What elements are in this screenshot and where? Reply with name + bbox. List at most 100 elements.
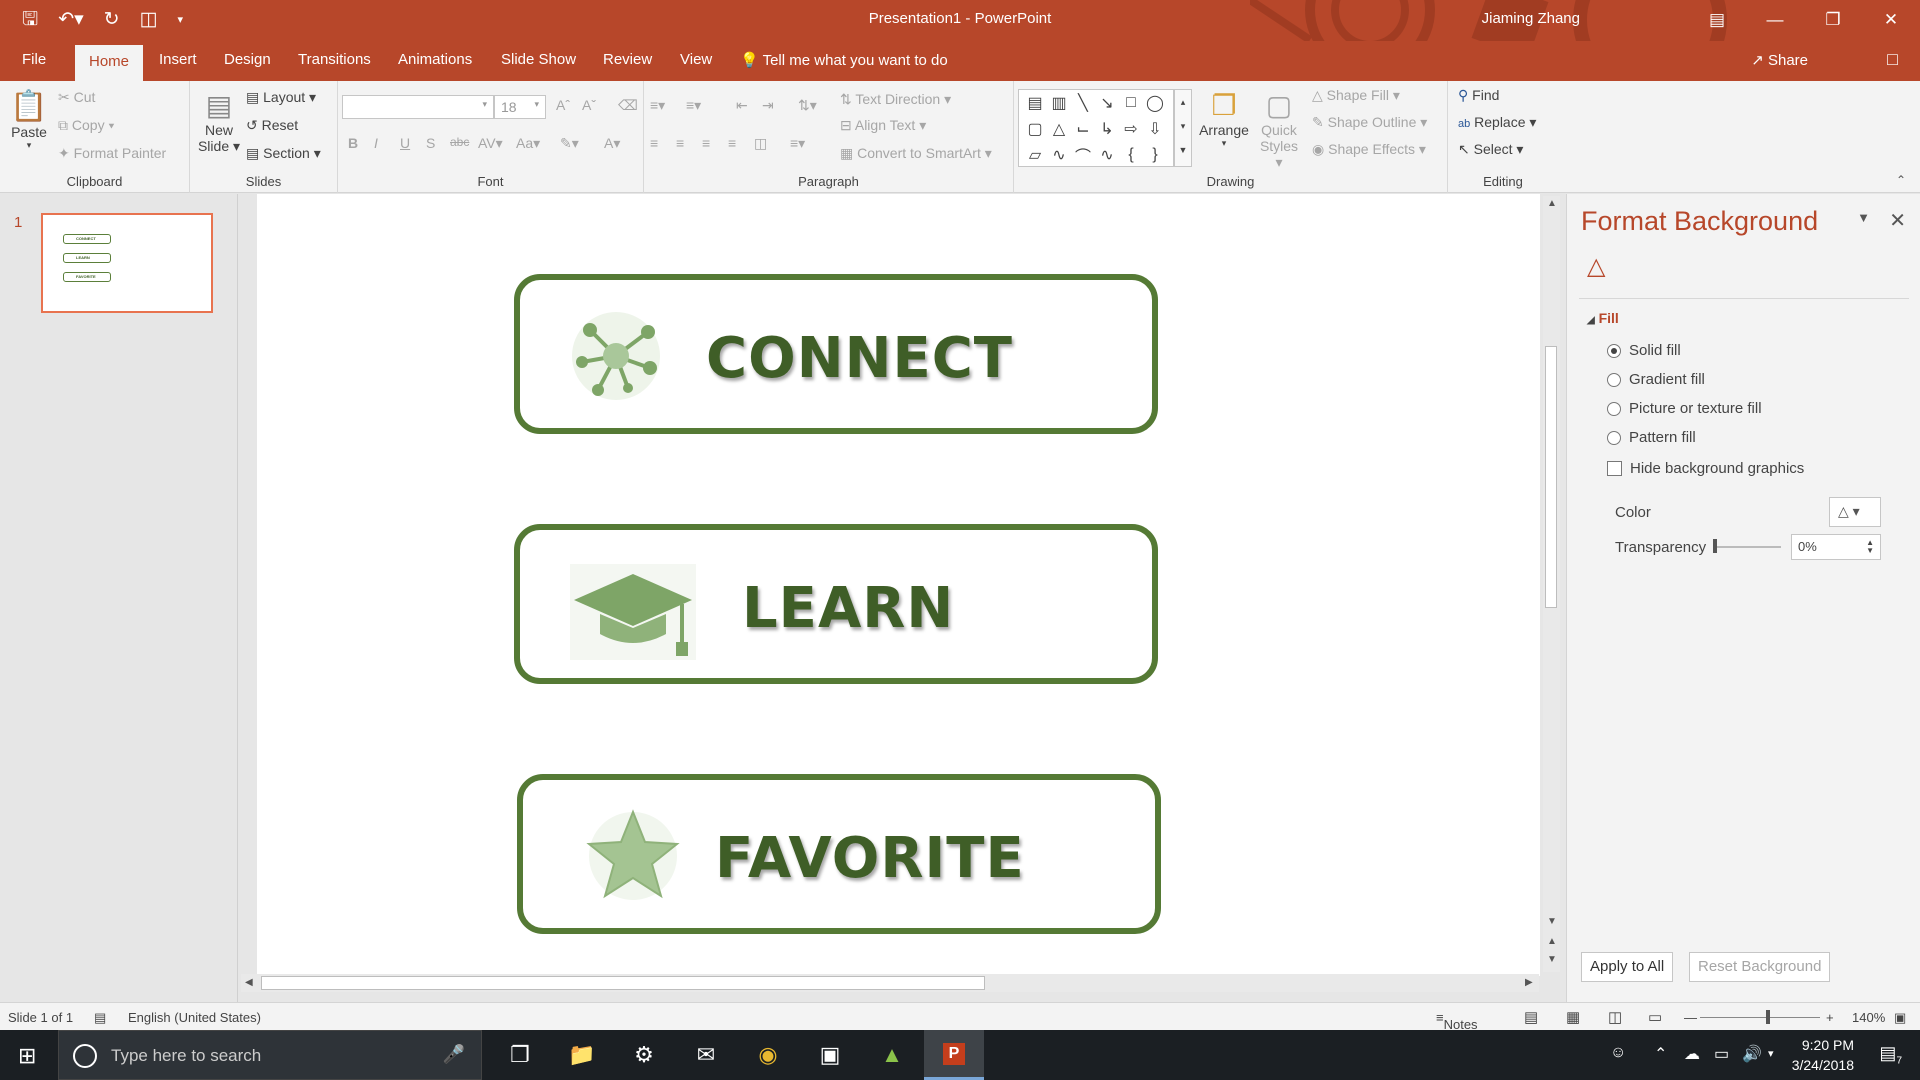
- battery-icon[interactable]: ▭: [1714, 1044, 1729, 1064]
- tab-view[interactable]: View: [680, 51, 712, 68]
- transparency-input[interactable]: 0% ▲ ▼: [1791, 534, 1881, 560]
- onedrive-icon[interactable]: ☁: [1684, 1044, 1700, 1064]
- align-right-icon[interactable]: ≡: [702, 135, 710, 151]
- cut-button[interactable]: ✂ Cut: [58, 89, 95, 106]
- font-size-box[interactable]: 18 ▾: [494, 95, 546, 119]
- comments-icon[interactable]: □: [1887, 49, 1898, 70]
- quick-styles-button[interactable]: ▢ Quick Styles ▾: [1256, 89, 1302, 171]
- powerpoint-taskbar-icon[interactable]: P: [924, 1030, 984, 1080]
- textbox-shape-icon[interactable]: ▤: [1023, 90, 1047, 116]
- increase-indent-icon[interactable]: ⇥: [762, 97, 774, 114]
- freeform-shape-icon[interactable]: ▱: [1023, 142, 1047, 168]
- scroll-right-icon[interactable]: ▶: [1525, 977, 1533, 988]
- right-arrow-shape-icon[interactable]: ⇨: [1119, 116, 1143, 142]
- previous-slide-icon[interactable]: ▲: [1547, 936, 1557, 947]
- transparency-slider-thumb[interactable]: [1713, 539, 1717, 553]
- justify-icon[interactable]: ≡: [728, 135, 736, 151]
- task-view-icon[interactable]: ❐: [490, 1030, 550, 1080]
- normal-view-icon[interactable]: ▤: [1524, 1008, 1538, 1026]
- tab-design[interactable]: Design: [224, 51, 271, 68]
- spell-check-icon[interactable]: ▤: [94, 1010, 106, 1026]
- language-indicator[interactable]: English (United States): [128, 1010, 261, 1025]
- text-direction-button[interactable]: ⇅ Text Direction ▾: [840, 91, 951, 108]
- find-button[interactable]: ⚲ Find: [1458, 87, 1499, 104]
- next-slide-icon[interactable]: ▼: [1547, 954, 1557, 965]
- change-case-icon[interactable]: Aa▾: [516, 135, 540, 152]
- select-button[interactable]: ↖ Select ▾: [1458, 141, 1523, 158]
- settings-app-icon[interactable]: ⚙: [614, 1030, 674, 1080]
- tab-slide-show[interactable]: Slide Show: [501, 51, 576, 68]
- notes-button[interactable]: ≡ Notes: [1436, 1010, 1478, 1032]
- fill-tab-icon[interactable]: △: [1587, 252, 1605, 281]
- slide-thumbnail[interactable]: CONNECT LEARN FAVORITE: [41, 213, 213, 313]
- bold-icon[interactable]: B: [348, 135, 358, 151]
- connect-card[interactable]: CONNECT: [514, 274, 1158, 434]
- bullets-icon[interactable]: ≡▾: [650, 97, 665, 114]
- volume-icon[interactable]: 🔊: [1742, 1044, 1762, 1064]
- zoom-slider-track[interactable]: [1700, 1017, 1820, 1018]
- shapes-gallery[interactable]: ▤ ▥ ╲ ↘ □ ◯ ▢ △ ⌙ ↳ ⇨ ⇩ ▱ ∿ ⌒ ∿ { }: [1018, 89, 1174, 167]
- gradient-fill-radio[interactable]: [1607, 372, 1621, 387]
- copy-button[interactable]: ⧉ Copy ▾: [58, 117, 114, 134]
- shape-fill-button[interactable]: △ Shape Fill ▾: [1312, 87, 1400, 104]
- vertical-textbox-shape-icon[interactable]: ▥: [1047, 90, 1071, 116]
- right-brace-shape-icon[interactable]: }: [1143, 142, 1167, 168]
- favorite-card[interactable]: FAVORITE: [517, 774, 1161, 934]
- reset-background-button[interactable]: Reset Background: [1689, 952, 1831, 982]
- text-shadow-icon[interactable]: S: [426, 135, 435, 151]
- down-arrow-shape-icon[interactable]: ⇩: [1143, 116, 1167, 142]
- picture-fill-option[interactable]: Picture or texture fill: [1607, 400, 1762, 417]
- sticky-notes-icon[interactable]: ▣: [800, 1030, 860, 1080]
- picture-fill-radio[interactable]: [1607, 401, 1621, 416]
- pattern-fill-option[interactable]: Pattern fill: [1607, 429, 1696, 446]
- mail-app-icon[interactable]: ✉: [676, 1030, 736, 1080]
- transparency-slider-track[interactable]: [1713, 546, 1781, 548]
- character-spacing-icon[interactable]: AV▾: [478, 135, 503, 152]
- zoom-in-icon[interactable]: +: [1826, 1010, 1834, 1025]
- more-tray-icon[interactable]: ▾: [1768, 1047, 1774, 1060]
- slide-sorter-icon[interactable]: ▦: [1566, 1008, 1580, 1026]
- zoom-out-icon[interactable]: —: [1684, 1010, 1697, 1025]
- hide-graphics-option[interactable]: Hide background graphics: [1607, 460, 1804, 477]
- close-icon[interactable]: ✕: [1862, 0, 1920, 40]
- tab-file[interactable]: File: [22, 51, 46, 68]
- pane-options-icon[interactable]: ▼: [1857, 210, 1870, 225]
- align-center-icon[interactable]: ≡: [676, 135, 684, 151]
- shrink-font-icon[interactable]: Aˇ: [582, 97, 596, 113]
- zoom-level[interactable]: 140%: [1852, 1010, 1885, 1025]
- arrange-button[interactable]: ❐ Arrange ▾: [1196, 89, 1252, 149]
- collapse-ribbon-icon[interactable]: ⌃: [1896, 173, 1906, 187]
- oval-shape-icon[interactable]: ◯: [1143, 90, 1167, 116]
- vertical-scrollbar[interactable]: ▲ ▼ ▲ ▼: [1543, 196, 1560, 972]
- system-clock[interactable]: 9:20 PM 3/24/2018: [1792, 1035, 1854, 1075]
- reset-button[interactable]: ↺ Reset: [246, 117, 298, 134]
- tab-review[interactable]: Review: [603, 51, 652, 68]
- rectangle-shape-icon[interactable]: □: [1119, 90, 1143, 116]
- fill-section-header[interactable]: ◢ Fill: [1587, 310, 1619, 326]
- share-button[interactable]: ↗ Share: [1751, 51, 1808, 69]
- tab-animations[interactable]: Animations: [398, 51, 472, 68]
- font-color-icon[interactable]: A▾: [604, 135, 620, 152]
- horizontal-scrollbar[interactable]: ◀ ▶: [241, 974, 1539, 992]
- curve-shape-icon[interactable]: ∿: [1095, 142, 1119, 168]
- pattern-fill-radio[interactable]: [1607, 430, 1621, 445]
- file-explorer-icon[interactable]: 📁: [552, 1030, 612, 1080]
- horizontal-scroll-thumb[interactable]: [261, 976, 985, 990]
- user-name[interactable]: Jiaming Zhang: [1482, 10, 1580, 27]
- replace-button[interactable]: ab Replace ▾: [1458, 114, 1536, 131]
- paragraph-align-icon[interactable]: ≡▾: [790, 135, 805, 152]
- vertical-scroll-thumb[interactable]: [1545, 346, 1557, 608]
- solid-fill-radio[interactable]: [1607, 343, 1621, 358]
- tab-insert[interactable]: Insert: [159, 51, 197, 68]
- restore-icon[interactable]: ❐: [1804, 0, 1862, 40]
- shapes-scroll[interactable]: ▴ ▾ ▼: [1174, 89, 1192, 167]
- align-text-button[interactable]: ⊟ Align Text ▾: [840, 117, 926, 134]
- windows-start-icon[interactable]: ⊞: [18, 1043, 36, 1069]
- tab-home[interactable]: Home: [75, 45, 144, 81]
- arc-shape-icon[interactable]: ⌒: [1071, 142, 1095, 168]
- numbering-icon[interactable]: ≡▾: [686, 97, 701, 114]
- pane-close-icon[interactable]: ✕: [1889, 208, 1906, 233]
- layout-button[interactable]: ▤ Layout ▾: [246, 89, 316, 106]
- action-center-icon[interactable]: ▤7: [1879, 1043, 1902, 1067]
- line-spacing-icon[interactable]: ⇅▾: [798, 97, 817, 114]
